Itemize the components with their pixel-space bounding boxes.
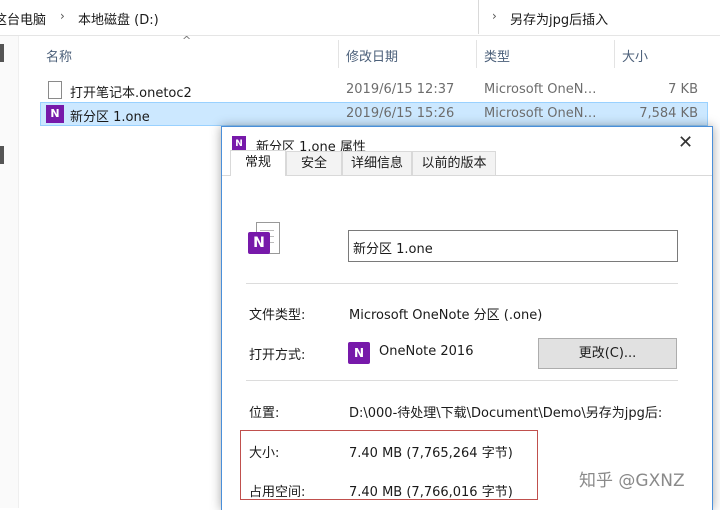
size-label: 大小: [249,446,280,461]
onenote-file-icon: N [46,105,64,123]
navigation-pane[interactable] [0,36,19,508]
tab-general[interactable]: 常规 [230,150,286,176]
file-name: 打开笔记本.onetoc2 [70,86,192,101]
search-field[interactable]: › 另存为jpg后插入 [486,0,720,34]
file-type: Microsoft OneN… [484,82,597,97]
column-divider[interactable] [614,40,615,68]
address-bar: 这台电脑 › 本地磁盘 (D:) › 另存为jpg后插入 [0,0,720,36]
properties-dialog: N 新分区 1.one 属性 ✕ 常规 安全 详细信息 以前的版本 N 新分区 … [221,126,713,510]
breadcrumb-this-pc[interactable]: 这台电脑 [0,9,46,28]
file-type: Microsoft OneN… [484,106,597,121]
search-text: 另存为jpg后插入 [510,13,609,28]
file-modified: 2019/6/15 12:37 [346,82,455,97]
column-divider[interactable] [476,40,477,68]
chevron-right-icon: › [60,9,65,23]
tab-previous-versions[interactable]: 以前的版本 [412,151,496,175]
change-button[interactable]: 更改(C)... [538,338,677,369]
opens-with-value: OneNote 2016 [379,344,474,359]
column-header-row: 名称 ^ 修改日期 类型 大小 [20,34,720,72]
size-value: 7.40 MB (7,765,264 字节) [349,446,513,461]
breadcrumb-drive-d[interactable]: 本地磁盘 (D:) [78,9,159,28]
size-on-disk-value: 7.40 MB (7,766,016 字节) [349,485,513,500]
chevron-right-icon: › [492,9,497,23]
file-row[interactable]: 打开笔记本.onetoc2 2019/6/15 12:37 Microsoft … [40,78,708,102]
divider [246,380,678,381]
filename-field[interactable]: 新分区 1.one [348,230,678,262]
file-name: 新分区 1.one [70,110,150,125]
opens-with-label: 打开方式: [249,348,306,363]
column-divider[interactable] [338,40,339,68]
divider [246,283,678,284]
onenote-app-icon: N [348,342,370,364]
column-header-modified[interactable]: 修改日期 [346,46,398,65]
file-type-value: Microsoft OneNote 分区 (.one) [349,308,543,323]
location-value: D:\000-待处理\下载\Document\Demo\另存为jpg后: [349,406,663,421]
nav-marker [0,44,4,62]
file-type-label: 文件类型: [249,308,306,323]
document-icon [48,81,62,99]
nav-marker [0,146,4,164]
breadcrumb[interactable]: 这台电脑 › 本地磁盘 (D:) [0,0,479,34]
column-header-size[interactable]: 大小 [622,46,648,65]
file-row-selected[interactable]: N 新分区 1.one 2019/6/15 15:26 Microsoft On… [40,102,708,126]
watermark: 知乎 @GXNZ [579,471,685,491]
close-icon[interactable]: ✕ [678,132,693,153]
file-modified: 2019/6/15 15:26 [346,106,455,121]
file-size: 7 KB [668,82,698,97]
filename-value: 新分区 1.one [353,242,433,257]
size-on-disk-label: 占用空间: [249,485,306,500]
tab-security[interactable]: 安全 [286,151,342,175]
dialog-body: 常规 安全 详细信息 以前的版本 N 新分区 1.one 文件类型: Micro… [222,150,712,510]
tab-details[interactable]: 详细信息 [342,151,412,175]
sort-up-icon: ^ [182,34,192,47]
file-size: 7,584 KB [639,106,698,121]
location-label: 位置: [249,406,280,421]
onenote-file-icon: N [248,222,280,258]
column-header-name[interactable]: 名称 [46,46,72,65]
column-header-type[interactable]: 类型 [484,46,510,65]
